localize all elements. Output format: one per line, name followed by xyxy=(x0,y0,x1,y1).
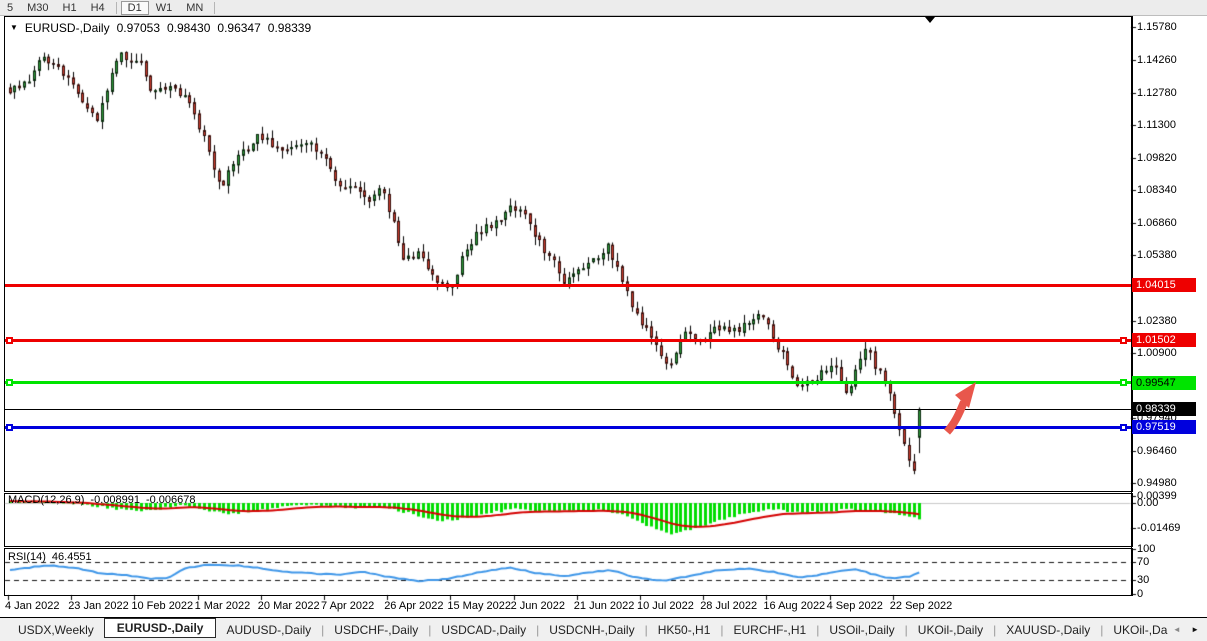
timeframe-button-D1[interactable]: D1 xyxy=(121,1,149,15)
date-axis-label: 26 Apr 2022 xyxy=(384,600,443,612)
price-axis-tick: 1.09820 xyxy=(1137,152,1177,164)
price-axis-tick: 0.94980 xyxy=(1137,477,1177,489)
resistance-line-upper[interactable] xyxy=(5,284,1131,287)
timeframe-button-MN[interactable]: MN xyxy=(179,1,210,15)
tab-ukoil-daily[interactable]: UKOil-,Daily xyxy=(908,623,993,637)
tab-scroll-left-icon[interactable]: ◄ xyxy=(1173,625,1185,634)
toolbar-separator xyxy=(214,2,215,14)
macd-axis-tick: -0.01469 xyxy=(1137,522,1180,534)
date-axis-label: 21 Jun 2022 xyxy=(574,600,635,612)
tab-eurusd-daily[interactable]: EURUSD-,Daily xyxy=(104,618,217,638)
support-line-green-handle[interactable] xyxy=(1120,379,1127,386)
price-axis-tick: 1.05380 xyxy=(1137,249,1177,261)
price-axis-tick: 1.06860 xyxy=(1137,217,1177,229)
rsi-label: RSI(14) 46.4551 xyxy=(8,551,92,563)
support-line-blue-handle[interactable] xyxy=(6,424,13,431)
resistance-line-lower-handle[interactable] xyxy=(6,337,13,344)
tab-usdcnh-daily[interactable]: USDCNH-,Daily xyxy=(539,623,644,637)
timeframe-button-M30[interactable]: M30 xyxy=(20,1,55,15)
date-axis-label: 10 Jul 2022 xyxy=(637,600,694,612)
up-arrow-annotation[interactable] xyxy=(936,376,988,438)
chart-header: ▼ EURUSD-,Daily 0.97053 0.98430 0.96347 … xyxy=(10,21,311,35)
macd-name: MACD(12,26,9) xyxy=(8,494,84,506)
macd-axis-tick: 0.00 xyxy=(1137,497,1158,509)
price-axis-tick: 1.12780 xyxy=(1137,87,1177,99)
rsi-axis-tick: 100 xyxy=(1137,543,1155,555)
rsi-axis-tick: 0 xyxy=(1137,588,1143,600)
tab-usdchf-daily[interactable]: USDCHF-,Daily xyxy=(324,623,428,637)
tab-ukoil-da[interactable]: UKOil-,Da xyxy=(1103,623,1177,637)
price-axis-tick: 1.08340 xyxy=(1137,184,1177,196)
price-axis-line xyxy=(1131,16,1132,596)
resistance-line-lower-handle[interactable] xyxy=(1120,337,1127,344)
tab-hk50-h1[interactable]: HK50-,H1 xyxy=(648,623,721,637)
rsi-axis-tick: 30 xyxy=(1137,574,1149,586)
ohlc-low: 0.96347 xyxy=(217,21,260,35)
macd-value: -0.008991 xyxy=(90,494,140,506)
mt4-window: 5M30H1H4 D1W1MN ▼ EURUSD-,Daily 0.97053 0… xyxy=(0,0,1207,641)
support-line-green-handle[interactable] xyxy=(6,379,13,386)
timeframe-button-H1[interactable]: H1 xyxy=(56,1,84,15)
date-axis-label: 2 Jun 2022 xyxy=(511,600,565,612)
price-badge-0.99547: 0.99547 xyxy=(1132,376,1196,390)
tab-usdcad-daily[interactable]: USDCAD-,Daily xyxy=(431,623,536,637)
price-axis-tick: 1.02380 xyxy=(1137,315,1177,327)
support-line-blue-handle[interactable] xyxy=(1120,424,1127,431)
resistance-line-lower[interactable] xyxy=(5,339,1131,342)
rsi-value: 46.4551 xyxy=(52,551,92,563)
timeframe-button-W1[interactable]: W1 xyxy=(149,1,180,15)
date-axis-label: 22 Sep 2022 xyxy=(890,600,952,612)
macd-label: MACD(12,26,9) -0.008991 -0.006678 xyxy=(8,494,196,506)
date-axis-label: 10 Feb 2022 xyxy=(131,600,193,612)
current-bar-marker-icon xyxy=(925,17,935,23)
timeframe-toolbar: 5M30H1H4 D1W1MN xyxy=(0,0,1207,16)
date-axis-label: 7 Apr 2022 xyxy=(321,600,374,612)
date-axis-label: 28 Jul 2022 xyxy=(700,600,757,612)
timeframe-button-H4[interactable]: H4 xyxy=(84,1,112,15)
date-axis-label: 20 Mar 2022 xyxy=(258,600,320,612)
ohlc-high: 0.98430 xyxy=(167,21,210,35)
timeframe-button-5[interactable]: 5 xyxy=(0,1,20,15)
tab-audusd-daily[interactable]: AUDUSD-,Daily xyxy=(216,623,321,637)
date-axis-label: 15 May 2022 xyxy=(447,600,511,612)
date-axis-label: 23 Jan 2022 xyxy=(68,600,129,612)
tab-usoil-daily[interactable]: USOil-,Daily xyxy=(819,623,904,637)
price-axis-tick: 1.15780 xyxy=(1137,21,1177,33)
macd-signal-value: -0.006678 xyxy=(146,494,196,506)
price-badge-1.04015: 1.04015 xyxy=(1132,278,1196,292)
ohlc-close: 0.98339 xyxy=(268,21,311,35)
tab-usdx-weekly[interactable]: USDX,Weekly xyxy=(8,623,104,637)
rsi-axis-tick: 70 xyxy=(1137,556,1149,568)
price-badge-0.98339: 0.98339 xyxy=(1132,402,1196,416)
symbol-tab-bar: USDX,WeeklyEURUSD-,DailyAUDUSD-,Daily|US… xyxy=(0,617,1207,641)
tab-scroll-arrows: ◄ ► xyxy=(1173,625,1203,634)
tab-xauusd-daily[interactable]: XAUUSD-,Daily xyxy=(996,623,1100,637)
rsi-panel xyxy=(4,548,1133,596)
date-axis-label: 4 Jan 2022 xyxy=(5,600,59,612)
date-axis-label: 16 Aug 2022 xyxy=(763,600,825,612)
rsi-name: RSI(14) xyxy=(8,551,46,563)
date-axis-label: 1 Mar 2022 xyxy=(195,600,251,612)
price-badge-1.01502: 1.01502 xyxy=(1132,333,1196,347)
chevron-down-icon[interactable]: ▼ xyxy=(10,23,18,32)
price-axis-tick: 1.11300 xyxy=(1137,119,1176,131)
date-axis-label: 4 Sep 2022 xyxy=(827,600,883,612)
ohlc-open: 0.97053 xyxy=(117,21,160,35)
tab-scroll-right-icon[interactable]: ► xyxy=(1191,625,1203,634)
toolbar-separator xyxy=(116,2,117,14)
price-axis-tick: 0.96460 xyxy=(1137,445,1177,457)
price-axis-tick: 1.14260 xyxy=(1137,54,1177,66)
price-badge-0.97519: 0.97519 xyxy=(1132,420,1196,434)
chart-symbol-title: EURUSD-,Daily xyxy=(25,21,110,35)
price-axis-tick: 1.00900 xyxy=(1137,347,1177,359)
tab-eurchf-h1[interactable]: EURCHF-,H1 xyxy=(724,623,817,637)
